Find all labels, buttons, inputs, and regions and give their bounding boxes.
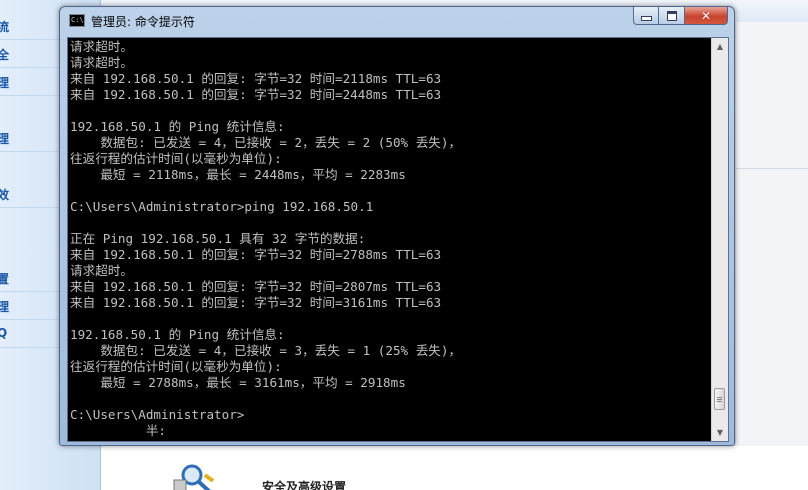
sidebar-item-label: 效	[0, 188, 10, 202]
close-icon: ✕	[700, 8, 712, 23]
sidebar-item-label: 置	[0, 272, 10, 286]
sidebar-item-label: 全	[0, 48, 10, 62]
console-line: C:\Users\Administrator>ping 192.168.50.1	[70, 199, 374, 214]
console-line: 请求超时。	[70, 263, 133, 278]
console-line: 来自 192.168.50.1 的回复: 字节=32 时间=3161ms TTL…	[70, 295, 442, 310]
console-line: 半:	[70, 423, 166, 438]
scrollbar-thumb[interactable]	[714, 388, 725, 411]
security-advanced-settings-title: 安全及高级设置	[262, 480, 347, 490]
console-line: 来自 192.168.50.1 的回复: 字节=32 时间=2448ms TTL…	[70, 87, 442, 102]
magnifier-tools-icon	[173, 464, 215, 490]
vertical-scrollbar[interactable]: ▲ ▼	[711, 38, 728, 441]
console-line: 数据包: 已发送 = 4，已接收 = 2，丢失 = 2 (50% 丢失)，	[70, 135, 462, 150]
sidebar-item-label: 流	[0, 20, 10, 34]
console-client-area[interactable]: 请求超时。 请求超时。 来自 192.168.50.1 的回复: 字节=32 时间=…	[67, 37, 729, 442]
background-right-panel	[735, 22, 808, 467]
console-line: 最短 = 2118ms，最长 = 2448ms，平均 = 2283ms	[70, 167, 406, 182]
caption-buttons: ✕	[633, 7, 728, 26]
console-line: 来自 192.168.50.1 的回复: 字节=32 时间=2788ms TTL…	[70, 247, 442, 262]
maximize-icon	[666, 10, 677, 21]
close-button[interactable]: ✕	[685, 7, 728, 25]
scroll-down-button[interactable]: ▼	[712, 424, 728, 441]
sidebar-item-label: 理	[0, 132, 10, 146]
maximize-button[interactable]	[659, 7, 685, 25]
console-line: 往返行程的估计时间(以毫秒为单位):	[70, 359, 282, 374]
console-line: 来自 192.168.50.1 的回复: 字节=32 时间=2807ms TTL…	[70, 279, 442, 294]
console-line: 最短 = 2788ms，最长 = 3161ms，平均 = 2918ms	[70, 375, 406, 390]
command-prompt-window[interactable]: C:\ 管理员: 命令提示符 ✕ 请求超时。 请求超时。 来自 192.168.50…	[59, 6, 735, 446]
sidebar-item-label: 理	[0, 300, 10, 314]
title-bar[interactable]: C:\ 管理员: 命令提示符 ✕	[60, 7, 734, 35]
console-line: C:\Users\Administrator>	[70, 407, 245, 422]
console-line: 请求超时。	[70, 39, 133, 54]
sidebar-item-label: Q	[0, 326, 8, 340]
console-line: 正在 Ping 192.168.50.1 具有 32 字节的数据:	[70, 231, 366, 246]
minimize-icon	[640, 16, 652, 21]
cmd-icon[interactable]: C:\	[69, 14, 85, 27]
window-title: 管理员: 命令提示符	[91, 15, 195, 29]
scroll-up-button[interactable]: ▲	[712, 38, 728, 55]
minimize-button[interactable]	[633, 7, 659, 25]
console-output[interactable]: 请求超时。 请求超时。 来自 192.168.50.1 的回复: 字节=32 时间=…	[70, 39, 708, 440]
console-line: 往返行程的估计时间(以毫秒为单位):	[70, 151, 282, 166]
console-line: 192.168.50.1 的 Ping 统计信息:	[70, 327, 285, 342]
console-line: 数据包: 已发送 = 4，已接收 = 3，丢失 = 1 (25% 丢失)，	[70, 343, 462, 358]
console-line: 请求超时。	[70, 55, 133, 70]
sidebar-item-label: 理	[0, 76, 10, 90]
console-line: 来自 192.168.50.1 的回复: 字节=32 时间=2118ms TTL…	[70, 71, 442, 86]
desktop: 流全理理效置理Q 安全及高级设置 C:\ 管理员: 命令提示符 ✕ 请求超时。 …	[0, 0, 808, 490]
console-line: 192.168.50.1 的 Ping 统计信息:	[70, 119, 285, 134]
